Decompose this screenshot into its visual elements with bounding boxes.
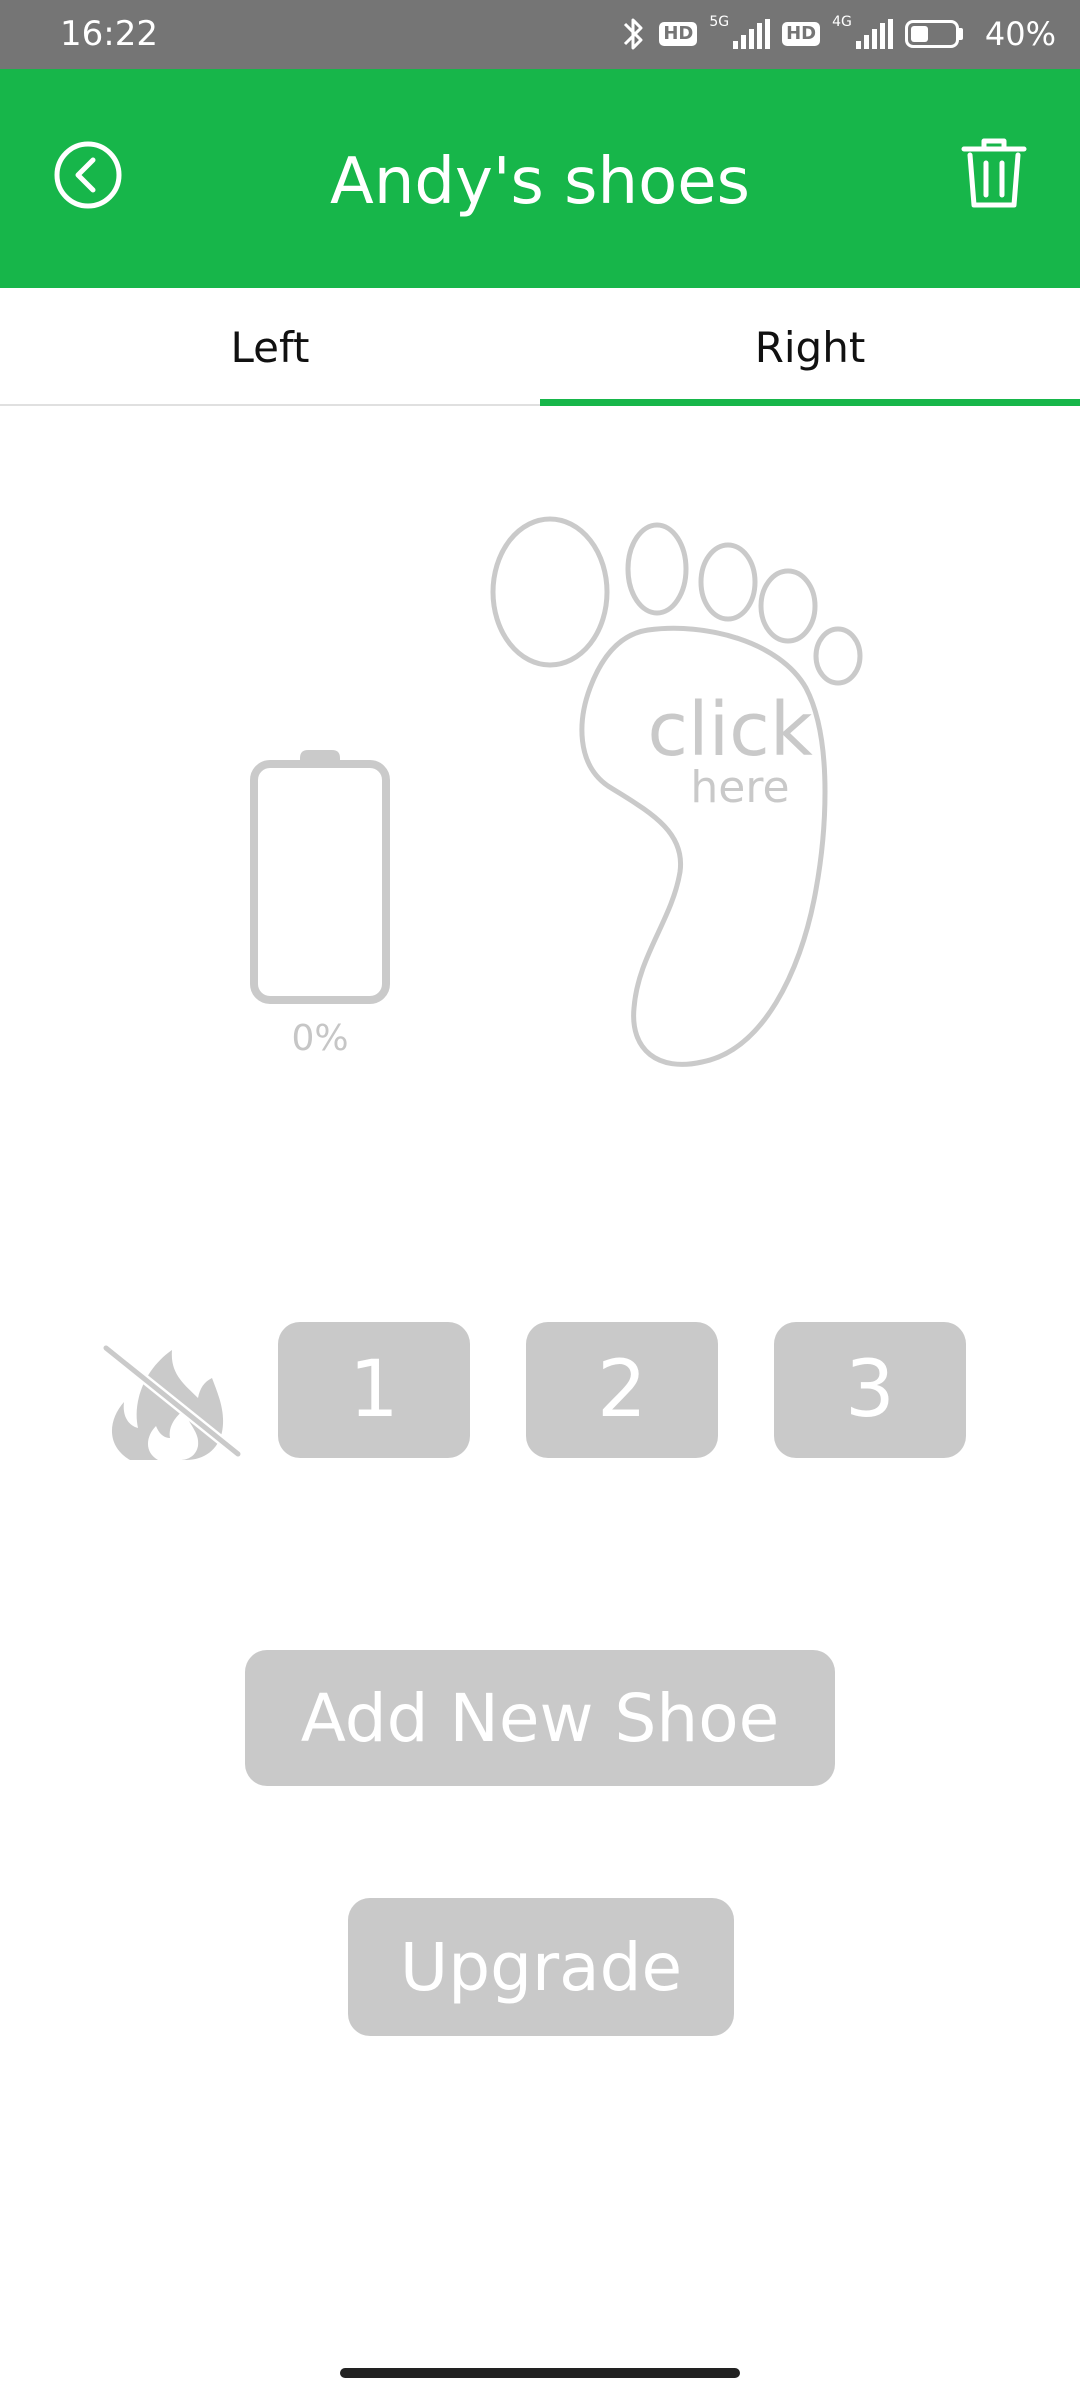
bluetooth-icon: [624, 18, 643, 50]
heat-level-1-button[interactable]: 1: [278, 1322, 470, 1458]
signal-strength-icon: [855, 19, 893, 49]
status-icons: HD 5G HD 4G 40%: [619, 10, 1056, 58]
battery-icon: [250, 750, 390, 1004]
battery-status-icon: [904, 20, 963, 48]
side-tabs: Left Right: [0, 288, 1080, 406]
heat-level-2-button[interactable]: 2: [526, 1322, 718, 1458]
tab-indicator: [540, 399, 1080, 406]
tab-left[interactable]: Left: [0, 288, 540, 406]
network-type-label: 5G: [709, 14, 730, 30]
network-type-label: 4G: [832, 14, 852, 30]
signal-strength-icon: [733, 19, 771, 49]
tab-right[interactable]: Right: [540, 288, 1080, 406]
page-title: Andy's shoes: [330, 145, 750, 219]
foot-click-label: click: [647, 687, 813, 773]
home-indicator[interactable]: [340, 2368, 740, 2378]
foot-here-label: here: [690, 762, 790, 813]
delete-button[interactable]: [958, 135, 1030, 211]
battery-percent-label: 0%: [291, 1018, 349, 1059]
no-fire-icon[interactable]: [100, 1340, 242, 1460]
hd-badge: HD: [782, 22, 821, 46]
status-bar: 16:22 HD 5G HD 4G 40%: [0, 0, 1080, 69]
trash-icon: [961, 138, 1027, 208]
app-bar: Andy's shoes: [0, 69, 1080, 288]
hd-badge: HD: [659, 22, 698, 46]
battery-percent: 40%: [984, 15, 1056, 53]
upgrade-button[interactable]: Upgrade: [348, 1898, 734, 2036]
add-new-shoe-button[interactable]: Add New Shoe: [245, 1650, 835, 1786]
status-time: 16:22: [60, 14, 158, 54]
heat-level-3-button[interactable]: 3: [774, 1322, 966, 1458]
